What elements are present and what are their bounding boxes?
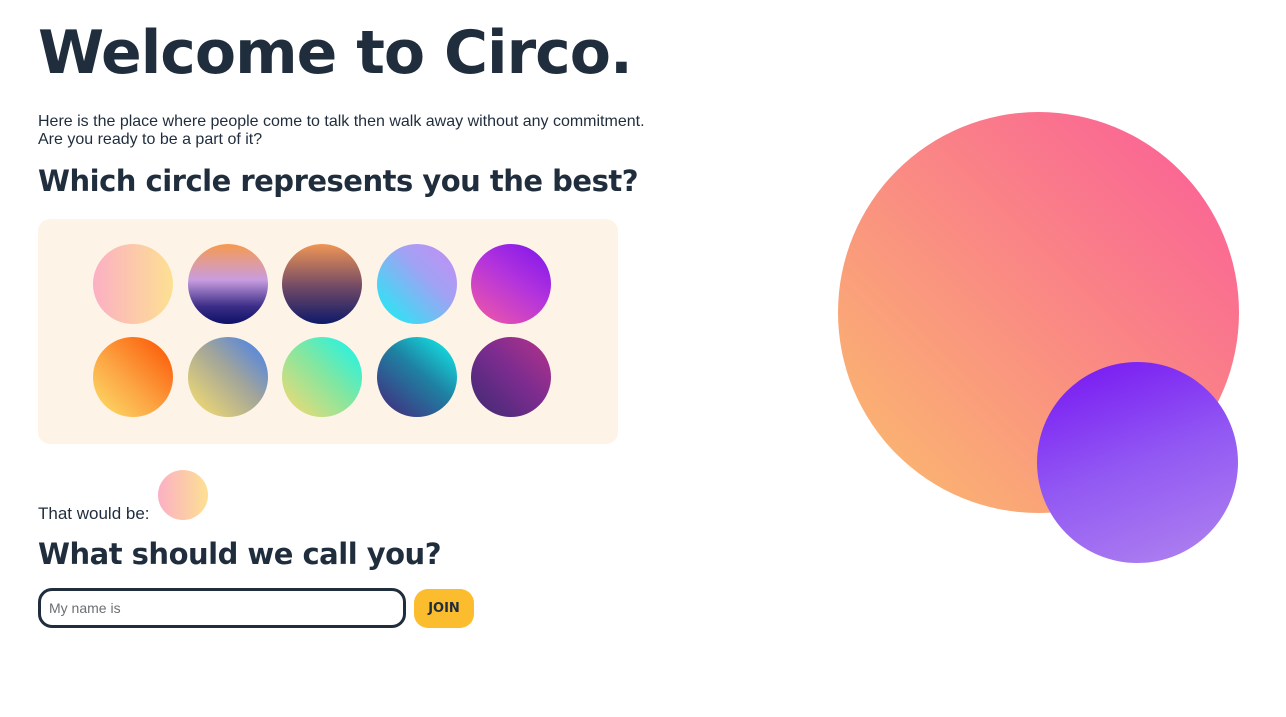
circle-option-yellow-aqua[interactable] xyxy=(282,337,362,417)
circle-picker xyxy=(38,219,618,444)
selection-label: That would be: xyxy=(38,504,150,523)
intro-line-1: Here is the place where people come to t… xyxy=(38,113,645,130)
circle-option-purple-aqua[interactable] xyxy=(376,337,457,417)
intro-text: Here is the place where people come to t… xyxy=(38,113,645,149)
join-button[interactable]: JOIN xyxy=(414,589,474,628)
circle-option-yellow-blue[interactable] xyxy=(187,337,268,417)
circle-option-pink-yellow[interactable] xyxy=(93,244,173,324)
circle-option-yellow-orange[interactable] xyxy=(93,337,173,417)
page: Welcome to Circo. Here is the place wher… xyxy=(0,0,1286,717)
selected-circle xyxy=(158,470,208,520)
circle-grid xyxy=(93,244,551,417)
circle-question-heading: Which circle represents you the best? xyxy=(38,164,639,198)
circle-option-lilac-cyan[interactable] xyxy=(376,244,457,324)
name-input[interactable] xyxy=(38,588,406,628)
circle-option-orange-navy[interactable] xyxy=(282,244,362,324)
circle-option-pink-violet[interactable] xyxy=(471,244,551,324)
intro-line-2: Are you ready to be a part of it? xyxy=(38,131,263,148)
name-question-heading: What should we call you? xyxy=(38,537,442,571)
hero-circle-small xyxy=(1037,362,1238,563)
circle-option-indigo-magenta[interactable] xyxy=(471,337,551,417)
page-title: Welcome to Circo. xyxy=(38,18,633,88)
circle-option-sunset-navy[interactable] xyxy=(187,244,268,324)
